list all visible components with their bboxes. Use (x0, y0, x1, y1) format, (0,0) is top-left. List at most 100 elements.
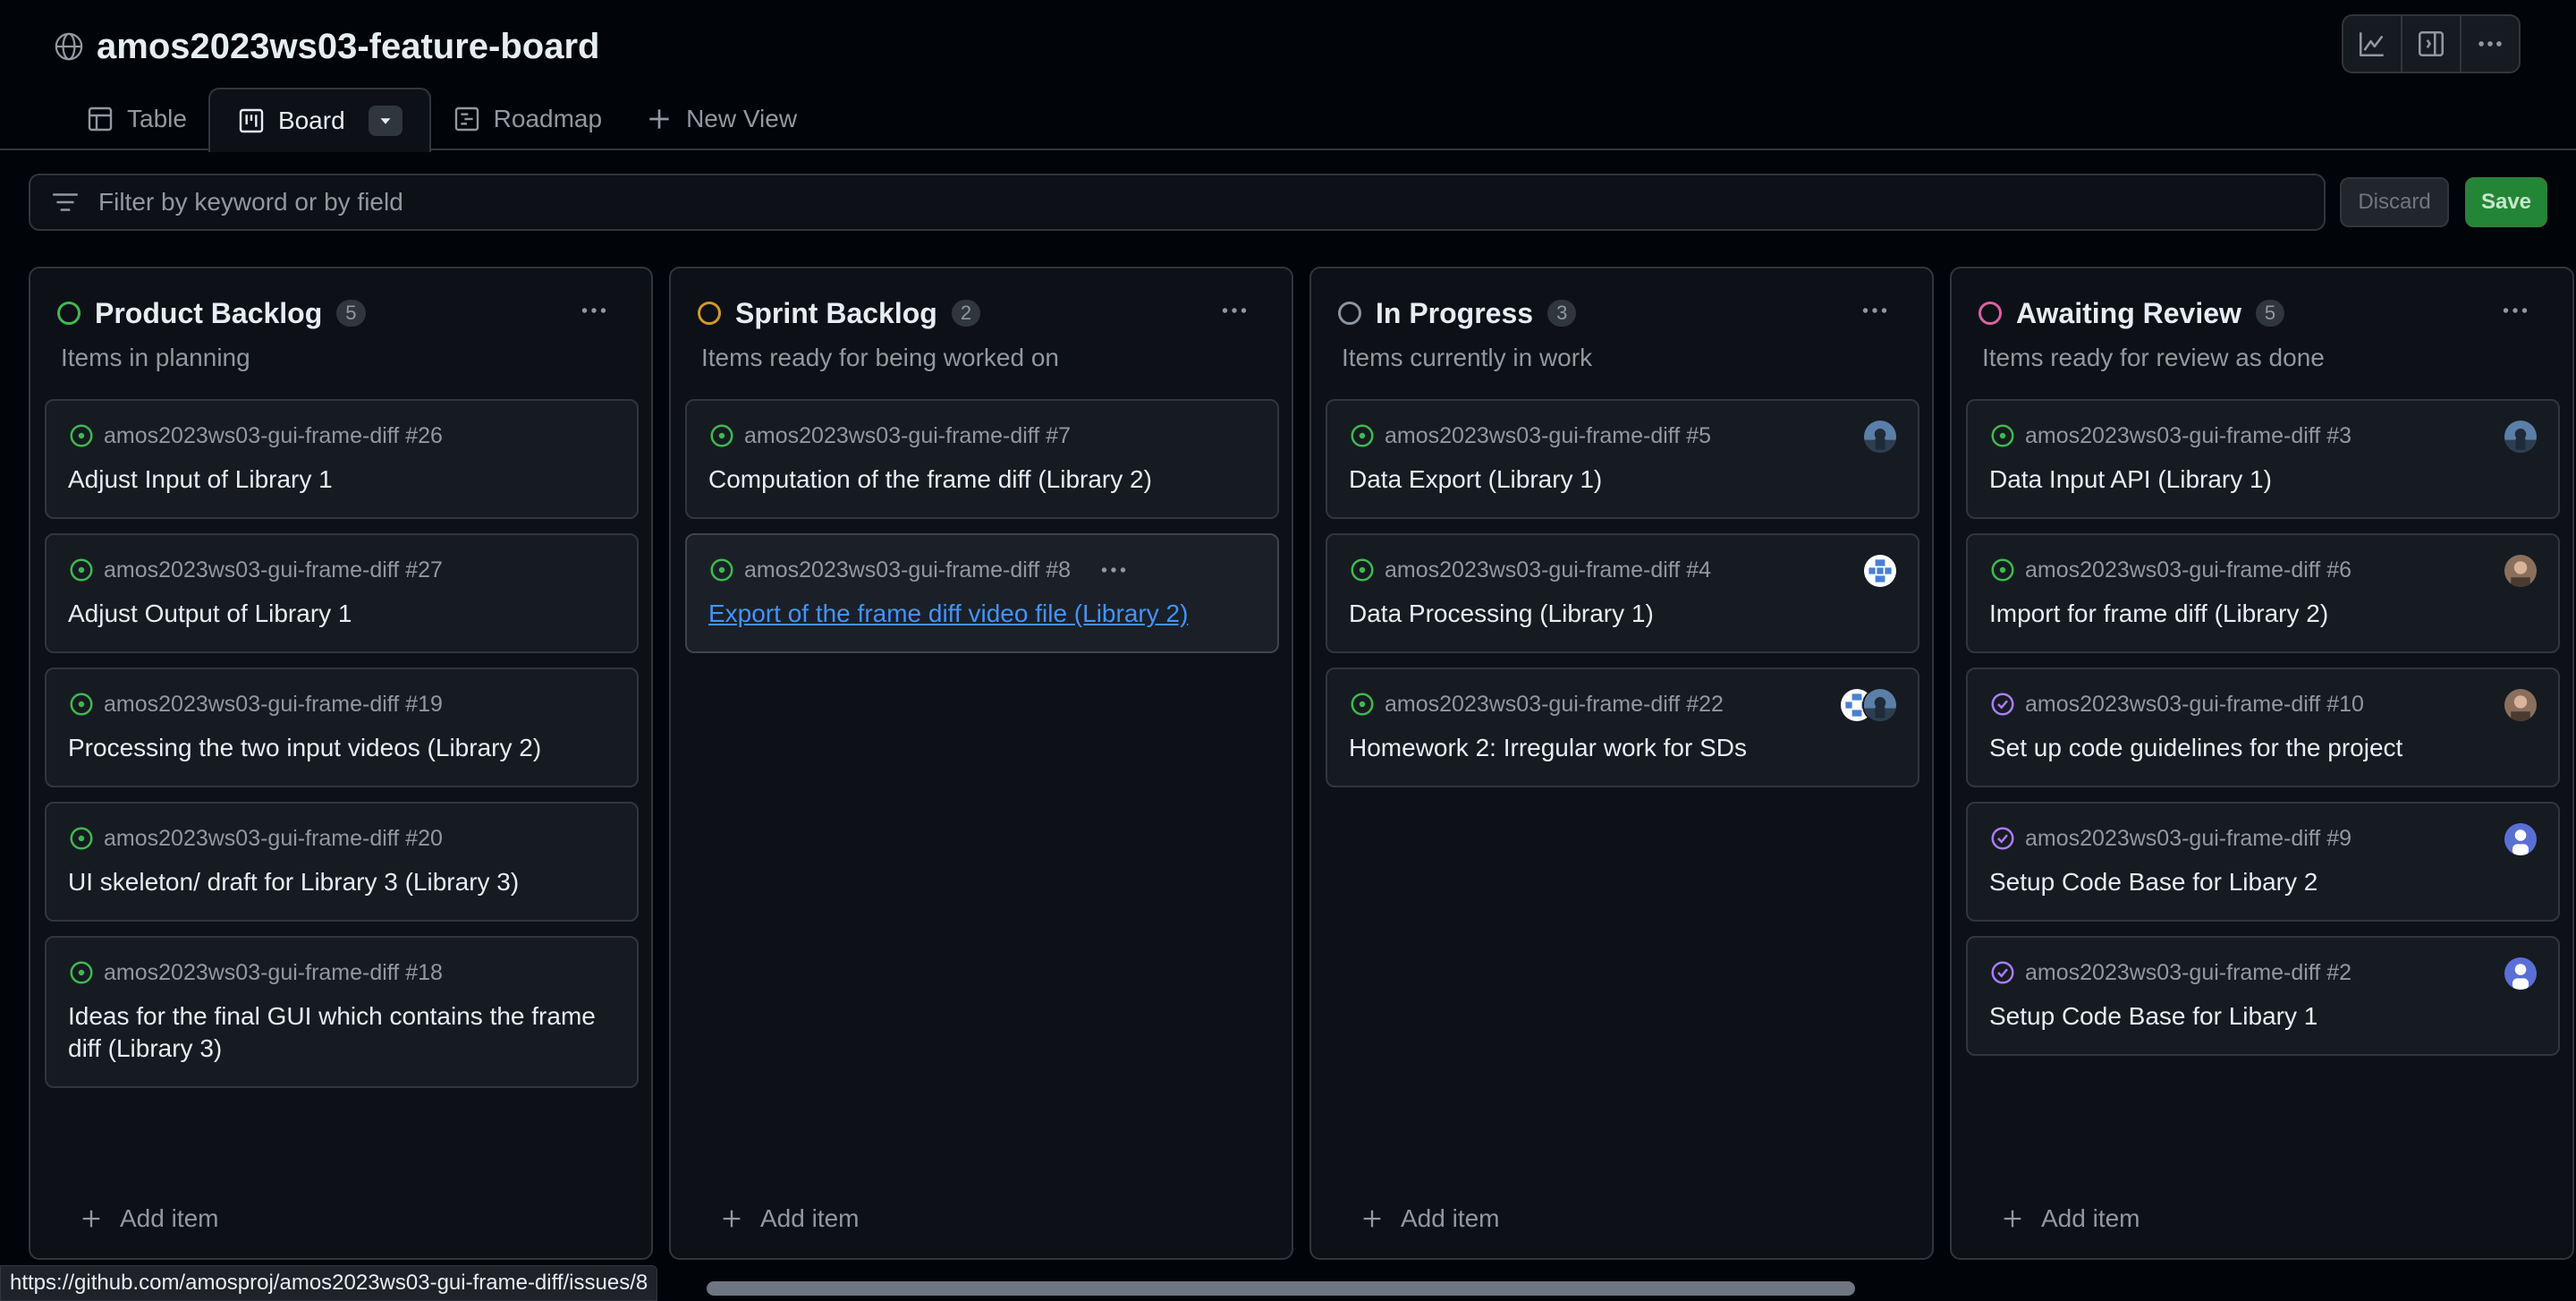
card-title[interactable]: Processing the two input videos (Library… (68, 732, 605, 764)
avatar[interactable] (2503, 687, 2538, 723)
issue-card[interactable]: amos2023ws03-gui-frame-diff #5 Data Expo… (1326, 399, 1919, 519)
side-panel-button[interactable] (2402, 16, 2462, 72)
identicon-avatar[interactable] (1862, 553, 1898, 589)
column-menu-button[interactable] (2497, 297, 2533, 324)
card-meta: amos2023ws03-gui-frame-diff #8 (708, 555, 1256, 585)
horizontal-scrollbar[interactable] (707, 1281, 1855, 1296)
add-item-button[interactable]: Add item (2000, 1204, 2140, 1233)
column-title: Sprint Backlog (735, 296, 937, 329)
card-repo-ref: amos2023ws03-gui-frame-diff #4 (1385, 557, 1712, 582)
avatar[interactable] (2503, 419, 2538, 455)
column-count-badge: 5 (336, 300, 366, 327)
card-meta: amos2023ws03-gui-frame-diff #9 (1989, 823, 2537, 854)
issue-card[interactable]: amos2023ws03-gui-frame-diff #4 Data Proc… (1326, 533, 1919, 653)
issue-card[interactable]: amos2023ws03-gui-frame-diff #10 Set up c… (1966, 668, 2560, 787)
card-title[interactable]: Set up code guidelines for the project (1989, 732, 2526, 764)
column-sprint-backlog: Sprint Backlog 2 Items ready for being w… (669, 267, 1293, 1260)
column-description: Items in planning (61, 344, 250, 371)
card-title[interactable]: Setup Code Base for Libary 1 (1989, 1000, 2526, 1033)
column-count-badge: 2 (951, 300, 981, 327)
column-title: Product Backlog (95, 296, 323, 329)
column-count-badge: 3 (1547, 300, 1577, 327)
card-title[interactable]: Data Input API (Library 1) (1989, 463, 2526, 496)
kebab-horizontal-icon (1101, 567, 1126, 573)
tab-table[interactable]: Table (64, 88, 208, 150)
kebab-horizontal-icon (2503, 308, 2528, 313)
issue-card[interactable]: amos2023ws03-gui-frame-diff #19 Processi… (45, 668, 639, 787)
avatar[interactable] (1862, 419, 1898, 455)
add-item-button[interactable]: Add item (719, 1204, 860, 1233)
column-menu-button[interactable] (576, 297, 612, 324)
issue-card[interactable]: amos2023ws03-gui-frame-diff #9 Setup Cod… (1966, 802, 2560, 922)
card-list: amos2023ws03-gui-frame-diff #3 Data Inpu… (1966, 399, 2560, 1070)
card-title[interactable]: Data Export (Library 1) (1349, 463, 1885, 496)
project-title: amos2023ws03-feature-board (54, 20, 599, 73)
view-options-button[interactable] (368, 106, 402, 136)
card-title[interactable]: Homework 2: Irregular work for SDs (1349, 732, 1885, 764)
add-item-button[interactable]: Add item (79, 1204, 219, 1233)
column-menu-button[interactable] (1216, 297, 1252, 324)
new-view-button[interactable]: New View (623, 88, 818, 150)
card-repo-ref: amos2023ws03-gui-frame-diff #6 (2025, 557, 2352, 582)
issue-opened-icon (70, 961, 93, 984)
assignee-avatars (1862, 553, 1898, 589)
status-circle-icon (1979, 302, 2002, 325)
avatar[interactable] (2503, 956, 2538, 991)
column-product-backlog: Product Backlog 5 Items in planning amos… (29, 267, 653, 1260)
issue-card[interactable]: amos2023ws03-gui-frame-diff #22 Homework… (1326, 668, 1919, 787)
card-title[interactable]: Ideas for the final GUI which contains t… (68, 1000, 605, 1065)
tab-board[interactable]: Board (208, 88, 431, 152)
column-header: Sprint Backlog 2 (698, 295, 981, 331)
project-board-app: amos2023ws03-feature-board Table Board R… (0, 0, 2576, 1301)
issue-opened-icon (70, 558, 93, 582)
insights-button[interactable] (2343, 16, 2402, 72)
card-title[interactable]: Adjust Input of Library 1 (68, 463, 605, 496)
card-title-link[interactable]: Export of the frame diff video file (Lib… (708, 598, 1245, 630)
tab-roadmap[interactable]: Roadmap (431, 88, 623, 150)
card-repo-ref: amos2023ws03-gui-frame-diff #27 (104, 557, 443, 582)
card-title[interactable]: Adjust Output of Library 1 (68, 598, 605, 630)
issue-card[interactable]: amos2023ws03-gui-frame-diff #2 Setup Cod… (1966, 936, 2560, 1056)
assignee-avatars (2503, 553, 2538, 589)
card-meta: amos2023ws03-gui-frame-diff #4 (1349, 555, 1896, 585)
avatar[interactable] (1862, 687, 1898, 723)
card-menu-button[interactable] (1097, 554, 1130, 586)
add-item-button[interactable]: Add item (1360, 1204, 1500, 1233)
issue-card[interactable]: amos2023ws03-gui-frame-diff #26 Adjust I… (45, 399, 639, 519)
column-title: In Progress (1376, 296, 1534, 329)
issue-closed-icon (1991, 827, 2014, 850)
column-awaiting-review: Awaiting Review 5 Items ready for review… (1950, 267, 2574, 1260)
issue-card-hovered[interactable]: amos2023ws03-gui-frame-diff #8 Export of… (685, 533, 1279, 653)
card-title[interactable]: Computation of the frame diff (Library 2… (708, 463, 1245, 496)
card-meta: amos2023ws03-gui-frame-diff #22 (1349, 689, 1896, 719)
issue-card[interactable]: amos2023ws03-gui-frame-diff #18 Ideas fo… (45, 936, 639, 1088)
plus-icon (82, 1210, 100, 1228)
save-button[interactable]: Save (2465, 177, 2547, 227)
issue-card[interactable]: amos2023ws03-gui-frame-diff #3 Data Inpu… (1966, 399, 2560, 519)
card-title[interactable]: Setup Code Base for Libary 2 (1989, 866, 2526, 898)
issue-card[interactable]: amos2023ws03-gui-frame-diff #27 Adjust O… (45, 533, 639, 653)
issue-card[interactable]: amos2023ws03-gui-frame-diff #20 UI skele… (45, 802, 639, 922)
card-title[interactable]: UI skeleton/ draft for Library 3 (Librar… (68, 866, 605, 898)
card-meta: amos2023ws03-gui-frame-diff #6 (1989, 555, 2537, 585)
project-menu-button[interactable] (2462, 16, 2519, 72)
column-header: In Progress 3 (1338, 295, 1577, 331)
column-menu-button[interactable] (1857, 297, 1893, 324)
kebab-horizontal-icon (581, 308, 606, 313)
column-description: Items ready for being worked on (701, 344, 1059, 371)
plus-icon (723, 1210, 741, 1228)
issue-card[interactable]: amos2023ws03-gui-frame-diff #6 Import fo… (1966, 533, 2560, 653)
card-repo-ref: amos2023ws03-gui-frame-diff #20 (104, 825, 443, 851)
tab-label: New View (686, 105, 798, 132)
avatar[interactable] (2503, 553, 2538, 589)
plus-icon (1363, 1210, 1381, 1228)
issue-card[interactable]: amos2023ws03-gui-frame-diff #7 Computati… (685, 399, 1279, 519)
discard-button[interactable]: Discard (2340, 177, 2449, 227)
filter-input[interactable] (97, 187, 2247, 217)
column-description: Items currently in work (1342, 344, 1593, 371)
avatar[interactable] (2503, 821, 2538, 857)
kebab-horizontal-icon (1862, 308, 1887, 313)
card-title[interactable]: Data Processing (Library 1) (1349, 598, 1885, 630)
card-title[interactable]: Import for frame diff (Library 2) (1989, 598, 2526, 630)
add-item-label: Add item (1401, 1204, 1500, 1232)
